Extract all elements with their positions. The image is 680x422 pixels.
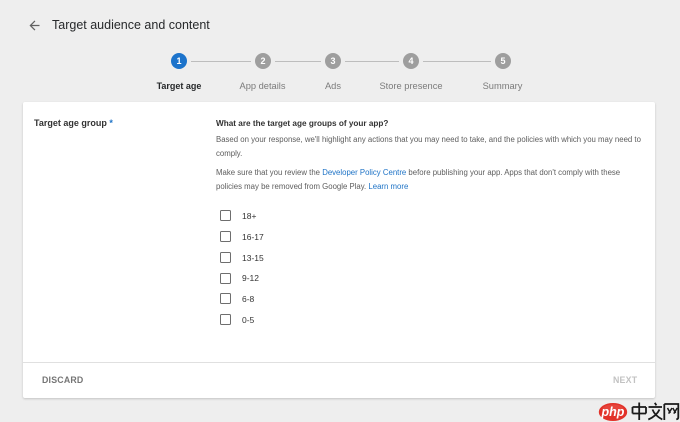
svg-text:php: php [601,405,625,419]
